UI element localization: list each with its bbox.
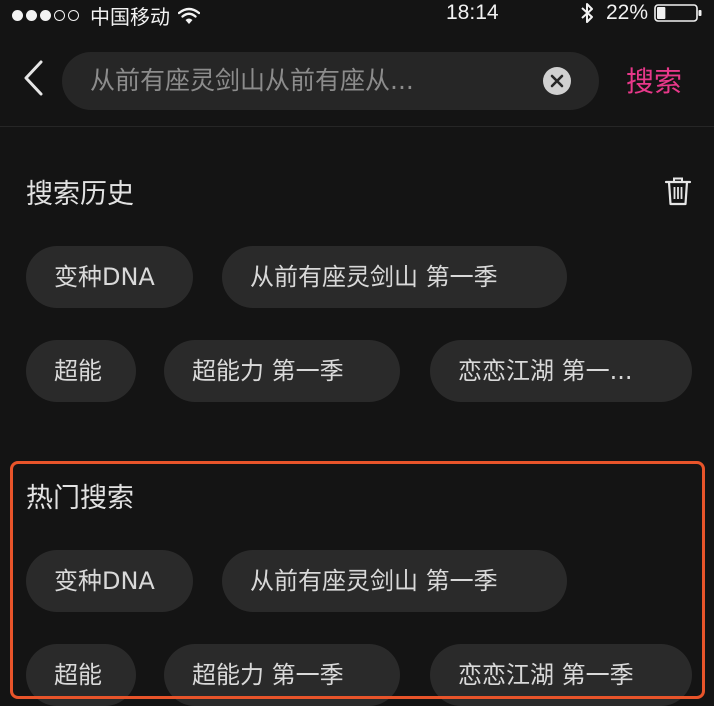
carrier-name: 中国移动 (90, 5, 170, 29)
status-bar: 中国移动 18:14 22% (0, 0, 714, 30)
history-chip[interactable]: 超能 (26, 340, 136, 402)
status-time: 18:14 (446, 1, 499, 24)
clear-icon[interactable] (543, 67, 571, 95)
hot-chip[interactable]: 从前有座灵剑山 第一季 (222, 550, 567, 612)
search-button[interactable]: 搜索 (626, 60, 682, 100)
hot-chip[interactable]: 超能力 第一季 (164, 644, 400, 706)
history-chip[interactable]: 从前有座灵剑山 第一季 (222, 246, 567, 308)
history-title: 搜索历史 (26, 179, 134, 210)
search-header: 从前有座灵剑山从前有座从... 搜索 (0, 28, 714, 127)
trash-icon[interactable] (664, 176, 692, 206)
hot-chip[interactable]: 超能 (26, 644, 136, 706)
status-right: 22% (580, 1, 704, 25)
status-left: 中国移动 (12, 1, 200, 30)
hot-chip[interactable]: 恋恋江湖 第一季 (430, 644, 692, 706)
signal-icon (12, 10, 82, 21)
search-box[interactable]: 从前有座灵剑山从前有座从... (62, 52, 599, 110)
history-chip[interactable]: 变种DNA (26, 246, 193, 308)
hot-chip[interactable]: 变种DNA (26, 550, 193, 612)
history-chip[interactable]: 超能力 第一季 (164, 340, 400, 402)
search-input[interactable]: 从前有座灵剑山从前有座从... (90, 52, 530, 110)
battery-icon (654, 4, 702, 22)
wifi-icon (178, 7, 200, 24)
back-icon[interactable] (18, 58, 50, 98)
hot-title: 热门搜索 (26, 483, 134, 514)
battery-percent: 22% (605, 1, 648, 24)
bluetooth-icon (581, 3, 593, 23)
history-chip[interactable]: 恋恋江湖 第一... (430, 340, 692, 402)
